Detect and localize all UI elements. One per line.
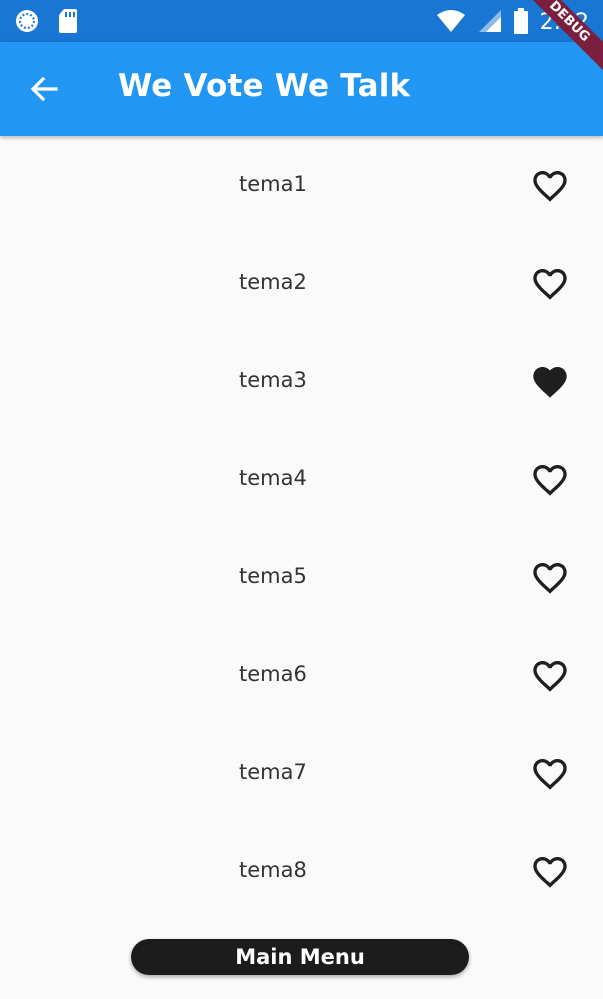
heart-outline-icon: [533, 857, 567, 888]
heart-outline-icon: [533, 563, 567, 594]
favorite-button[interactable]: [530, 754, 570, 794]
favorite-button[interactable]: [530, 656, 570, 696]
topic-label: tema3: [239, 368, 307, 392]
status-bar: 2:22: [0, 0, 603, 42]
arrow-back-icon: [30, 76, 58, 102]
topic-label: tema4: [239, 466, 307, 490]
sync-icon: [14, 8, 40, 38]
heart-outline-icon: [533, 269, 567, 300]
favorite-button[interactable]: [530, 852, 570, 892]
topic-label: tema5: [239, 564, 307, 588]
topic-label: tema6: [239, 662, 307, 686]
topic-label: tema7: [239, 760, 307, 784]
topic-label: tema1: [239, 172, 307, 196]
favorite-button[interactable]: [530, 166, 570, 206]
app-bar: We Vote We Talk: [0, 42, 603, 136]
list-item[interactable]: tema3: [0, 332, 603, 430]
back-button[interactable]: [24, 69, 64, 109]
page-title: We Vote We Talk: [118, 68, 411, 104]
list-item[interactable]: tema1: [0, 136, 603, 234]
favorite-button[interactable]: [530, 460, 570, 500]
list-item[interactable]: tema4: [0, 430, 603, 528]
favorite-button[interactable]: [530, 362, 570, 402]
heart-outline-icon: [533, 661, 567, 692]
topic-label: tema2: [239, 270, 307, 294]
list-item[interactable]: tema5: [0, 528, 603, 626]
list-item[interactable]: tema2: [0, 234, 603, 332]
battery-icon: [513, 8, 528, 38]
sd-card-icon: [58, 8, 78, 38]
heart-outline-icon: [533, 759, 567, 790]
favorite-button[interactable]: [530, 264, 570, 304]
list-item[interactable]: tema8: [0, 822, 603, 920]
main-menu-button[interactable]: Main Menu: [131, 939, 469, 975]
list-item[interactable]: tema6: [0, 626, 603, 724]
signal-icon: [478, 9, 502, 37]
list-item[interactable]: tema7: [0, 724, 603, 822]
heart-outline-icon: [533, 465, 567, 496]
favorite-button[interactable]: [530, 558, 570, 598]
topic-label: tema8: [239, 858, 307, 882]
heart-outline-icon: [533, 171, 567, 202]
heart-filled-icon: [533, 367, 567, 398]
wifi-icon: [436, 9, 466, 37]
topic-list: tema1 tema2 tema3 tema4 tema5 tema6 tema7 tema8: [0, 136, 603, 920]
